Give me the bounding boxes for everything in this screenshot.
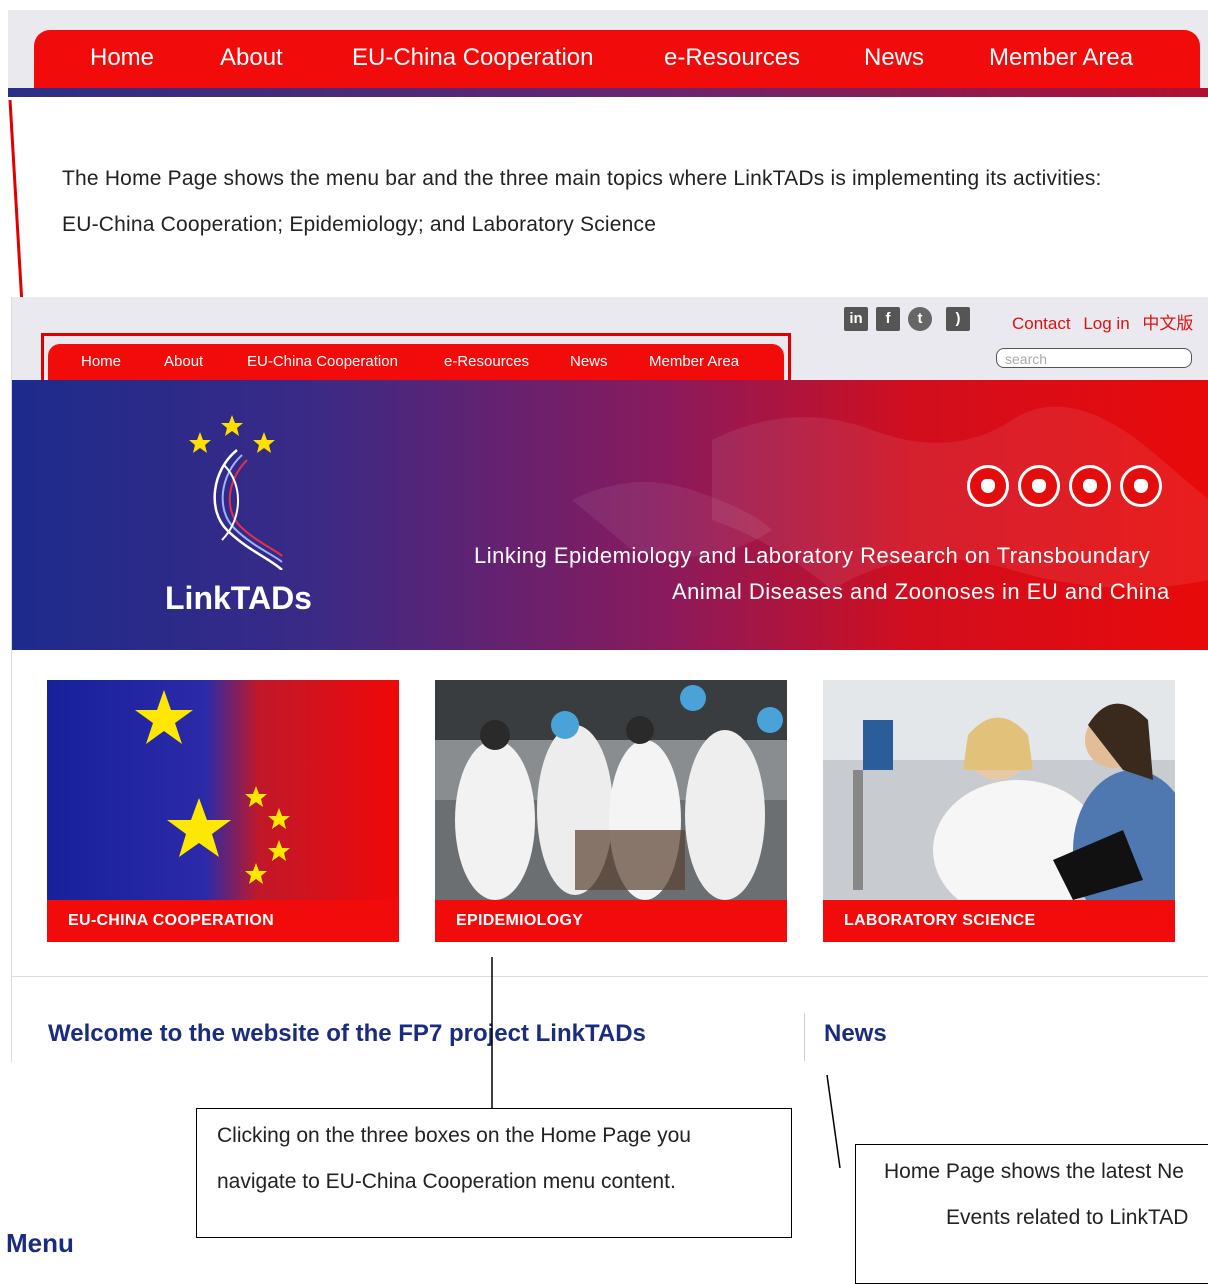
callout-line: Events related to LinkTAD — [946, 1206, 1189, 1229]
callout-news: Home Page shows the latest Ne Events rel… — [855, 1144, 1208, 1284]
section-heading-menu: Menu — [6, 1228, 74, 1258]
callout-line: Home Page shows the latest Ne — [884, 1160, 1184, 1183]
callout-line: Clicking on the three boxes on the Home … — [217, 1124, 691, 1147]
callout-three-boxes: Clicking on the three boxes on the Home … — [196, 1108, 792, 1238]
callout-pointer-lines — [491, 957, 841, 1169]
callout-line: navigate to EU-China Cooperation menu co… — [217, 1170, 676, 1193]
